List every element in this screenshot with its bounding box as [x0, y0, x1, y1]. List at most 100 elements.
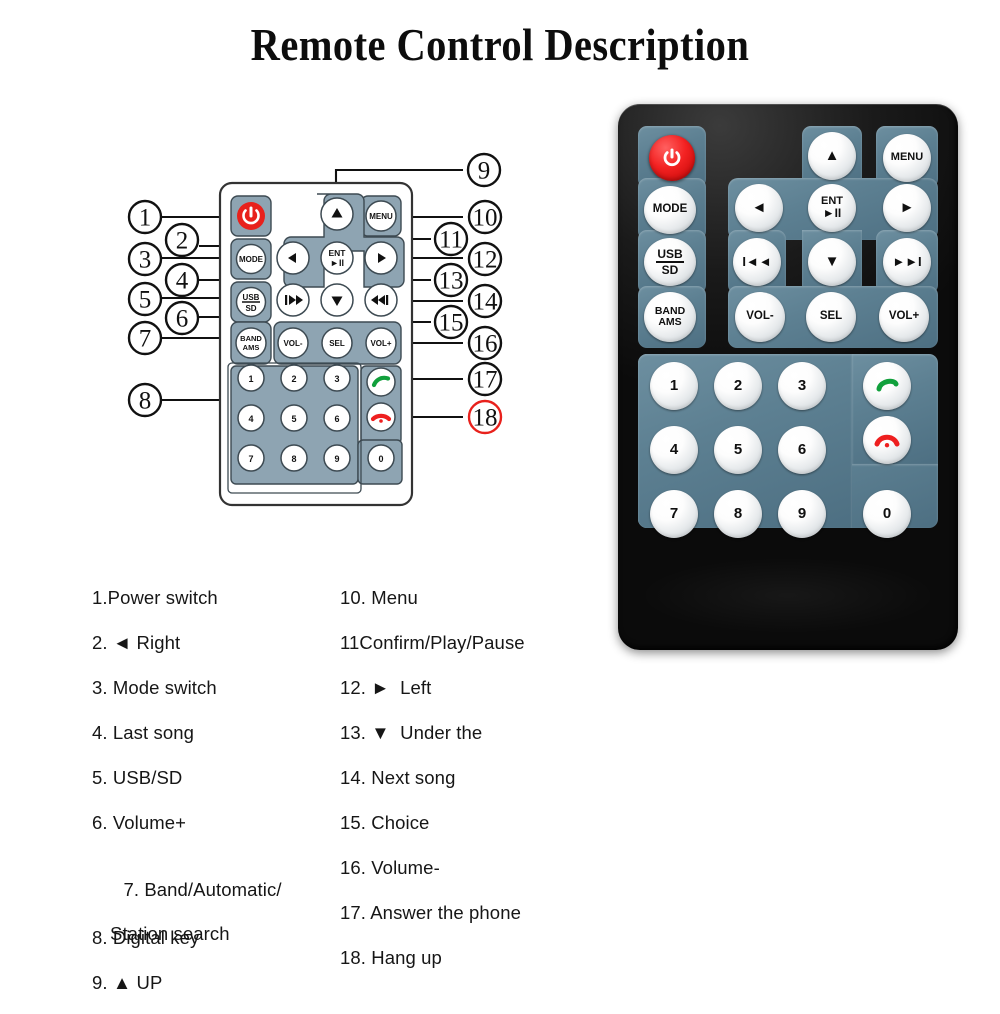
callout-16: 16 — [467, 325, 503, 361]
legend-item-4: 4. Last song — [92, 722, 194, 743]
next-track-button[interactable]: ►►I — [883, 238, 931, 286]
svg-text:9: 9 — [478, 158, 491, 185]
svg-text:9: 9 — [334, 454, 339, 464]
enter-play-pause-button[interactable]: ENT ►II — [808, 184, 856, 232]
legend-item-9: 9. ▲ UP — [92, 972, 163, 993]
svg-text:VOL-: VOL- — [283, 339, 302, 348]
svg-text:14: 14 — [473, 289, 499, 316]
svg-text:11: 11 — [439, 227, 463, 254]
svg-text:1: 1 — [248, 374, 253, 384]
key-9-label: 9 — [797, 505, 807, 523]
svg-text:7: 7 — [139, 326, 152, 353]
key-0[interactable]: 0 — [863, 490, 911, 538]
callout-17: 17 — [467, 361, 503, 397]
callout-4: 4 — [164, 262, 200, 298]
legend-item-10: 10. Menu — [340, 587, 418, 608]
legend-item-16: 16. Volume- — [340, 857, 440, 878]
svg-text:8: 8 — [139, 388, 152, 415]
svg-text:6: 6 — [176, 306, 189, 333]
svg-text:AMS: AMS — [243, 343, 260, 352]
legend-item-3: 3. Mode switch — [92, 677, 217, 698]
menu-button[interactable]: MENU — [883, 134, 931, 182]
legend-item-13: 13. ▼ Under the — [340, 722, 483, 743]
ams-label: AMS — [658, 316, 682, 328]
volume-down-button[interactable]: VOL- — [735, 292, 785, 342]
svg-text:2: 2 — [291, 374, 296, 384]
svg-text:MENU: MENU — [369, 212, 393, 221]
answer-call-icon — [876, 378, 899, 392]
key-5[interactable]: 5 — [714, 426, 762, 474]
svg-text:4: 4 — [176, 268, 189, 295]
svg-text:15: 15 — [439, 310, 464, 337]
hang-up-button[interactable] — [863, 416, 911, 464]
previous-track-icon: I◄◄ — [742, 254, 772, 270]
svg-text:MODE: MODE — [239, 255, 264, 264]
key-9[interactable]: 9 — [778, 490, 826, 538]
power-icon — [663, 148, 681, 167]
key-0-label: 0 — [882, 505, 892, 523]
svg-text:17: 17 — [473, 367, 498, 394]
callout-2: 2 — [164, 222, 200, 258]
key-1-label: 1 — [669, 377, 679, 395]
next-track-icon: ►►I — [892, 254, 922, 270]
previous-track-button[interactable]: I◄◄ — [733, 238, 781, 286]
select-button[interactable]: SEL — [806, 292, 856, 342]
key-8[interactable]: 8 — [714, 490, 762, 538]
callout-6: 6 — [164, 300, 200, 336]
vol-minus-label: VOL- — [746, 310, 774, 323]
usb-label: USB — [656, 247, 684, 263]
answer-call-button[interactable] — [863, 362, 911, 410]
key-3-label: 3 — [797, 377, 807, 395]
usb-sd-button[interactable]: USB SD — [644, 238, 696, 286]
legend-item-5: 5. USB/SD — [92, 767, 183, 788]
legend-item-15: 15. Choice — [340, 812, 430, 833]
svg-text:10: 10 — [473, 205, 498, 232]
play-pause-icon: ►II — [822, 206, 842, 221]
svg-text:3: 3 — [139, 247, 152, 274]
vol-plus-label: VOL+ — [888, 310, 920, 323]
callout-14: 14 — [467, 283, 503, 319]
key-4[interactable]: 4 — [650, 426, 698, 474]
legend-item-6: 6. Volume+ — [92, 812, 187, 833]
callout-3: 3 — [127, 241, 163, 277]
power-button[interactable] — [649, 135, 695, 181]
legend-item-1: 1.Power switch — [92, 587, 218, 608]
key-2[interactable]: 2 — [714, 362, 762, 410]
key-4-label: 4 — [669, 441, 679, 459]
callout-15: 15 — [433, 304, 469, 340]
up-button[interactable]: ▲ — [808, 132, 856, 180]
right-button[interactable]: ► — [883, 184, 931, 232]
svg-text:13: 13 — [439, 268, 464, 295]
key-3[interactable]: 3 — [778, 362, 826, 410]
key-8-label: 8 — [733, 505, 743, 523]
key-6-label: 6 — [797, 441, 807, 459]
svg-text:3: 3 — [334, 374, 339, 384]
volume-up-button[interactable]: VOL+ — [879, 292, 929, 342]
key-6[interactable]: 6 — [778, 426, 826, 474]
key-1[interactable]: 1 — [650, 362, 698, 410]
sel-label: SEL — [819, 310, 843, 323]
svg-text:6: 6 — [334, 414, 339, 424]
svg-text:0: 0 — [378, 454, 383, 464]
down-arrow-icon: ▼ — [824, 253, 840, 271]
svg-text:SEL: SEL — [329, 339, 345, 348]
mode-button[interactable]: MODE — [644, 186, 696, 234]
legend-item-12: 12. ► Left — [340, 677, 432, 698]
key-7[interactable]: 7 — [650, 490, 698, 538]
svg-text:16: 16 — [473, 331, 498, 358]
callout-10: 10 — [467, 199, 503, 235]
down-button[interactable]: ▼ — [808, 238, 856, 286]
sd-label: SD — [661, 263, 679, 277]
left-arrow-icon: ◄ — [751, 199, 767, 217]
svg-text:SD: SD — [245, 304, 256, 313]
remote-diagram: .ln{stroke:#111;stroke-width:2.1;fill:no… — [0, 0, 560, 560]
legend-item-18: 18. Hang up — [340, 947, 442, 968]
band-ams-button[interactable]: BAND AMS — [644, 292, 696, 342]
svg-text:4: 4 — [248, 414, 253, 424]
callout-12: 12 — [467, 241, 503, 277]
svg-text:VOL+: VOL+ — [370, 339, 391, 348]
callout-11: 11 — [433, 221, 469, 257]
callout-5: 5 — [127, 281, 163, 317]
callout-1: 1 — [127, 199, 163, 235]
left-button[interactable]: ◄ — [735, 184, 783, 232]
